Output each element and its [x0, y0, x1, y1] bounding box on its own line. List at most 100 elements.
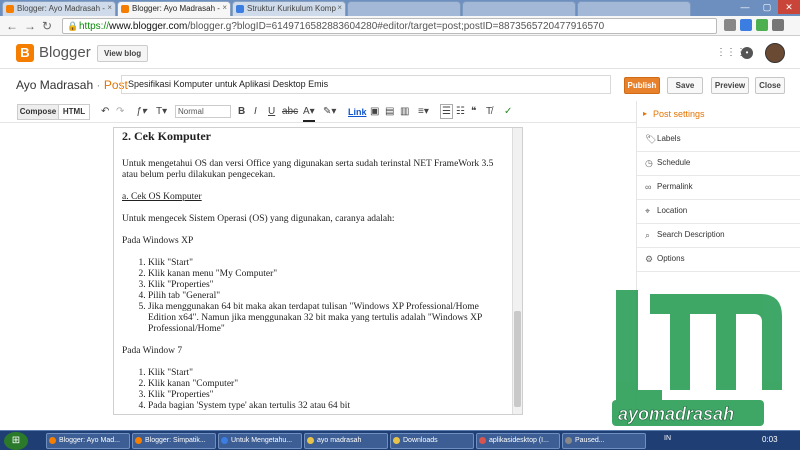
sidebar-item-labels[interactable]: 🏷 Labels	[645, 128, 795, 150]
close-button[interactable]: Close	[755, 77, 785, 94]
quote-icon[interactable]: ❝	[471, 104, 476, 120]
insert-image-icon[interactable]: ▣	[370, 104, 379, 120]
close-tab-icon[interactable]: ×	[107, 3, 112, 12]
apps-grid-icon[interactable]: ⋮⋮⋮	[716, 47, 746, 59]
blogger-favicon-icon	[121, 5, 129, 13]
taskbar-item[interactable]: ayo madrasah	[304, 433, 388, 449]
insert-video-icon[interactable]: ▤	[385, 104, 394, 120]
divider	[637, 271, 800, 272]
html-mode-button[interactable]: HTML	[58, 104, 90, 120]
browser-tab[interactable]: Blogger: Ayo Madrasah - ×	[2, 1, 116, 16]
blogger-brand[interactable]: Blogger	[39, 44, 91, 61]
taskbar-label: Untuk Mengetahu...	[231, 437, 293, 444]
browser-tab[interactable]: Struktur Kurikulum Komp ×	[232, 1, 346, 16]
taskbar-item[interactable]: Blogger: Ayo Mad...	[46, 433, 130, 449]
taskbar-item[interactable]: aplikasidesktop (I...	[476, 433, 560, 449]
browser-tab-blurred[interactable]	[577, 1, 691, 16]
xp-steps-list: Klik "Start" Klik kanan menu "My Compute…	[148, 258, 507, 335]
close-window-icon[interactable]: ✕	[778, 0, 800, 14]
reload-icon[interactable]: ↻	[42, 19, 52, 33]
preview-button[interactable]: Preview	[711, 77, 749, 94]
extension-icon[interactable]	[740, 19, 752, 31]
post-body[interactable]: 2. Cek Komputer Untuk mengetahui OS dan …	[122, 128, 507, 414]
taskbar-item[interactable]: Blogger: Simpatik...	[132, 433, 216, 449]
paragraph: Pada Window 7	[122, 346, 183, 356]
menu-icon[interactable]	[772, 19, 784, 31]
view-blog-button[interactable]: View blog	[97, 45, 149, 62]
notification-bell-icon[interactable]: •	[741, 47, 753, 59]
blogger-logo-icon[interactable]: B	[16, 44, 34, 62]
sidebar-item-label: Labels	[657, 134, 681, 143]
sidebar-item-label: Options	[657, 254, 685, 263]
url-field[interactable]: 🔒 https://www.blogger.com/blogger.g?blog…	[62, 18, 717, 34]
browser-tab-blurred[interactable]	[347, 1, 461, 16]
strikethrough-icon[interactable]: abc	[282, 104, 298, 120]
redo-icon[interactable]: ↷	[116, 104, 124, 120]
taskbar-item[interactable]: Downloads	[390, 433, 474, 449]
format-select[interactable]: Normal	[175, 105, 231, 118]
chrome-icon	[221, 437, 228, 444]
close-tab-icon[interactable]: ×	[337, 3, 342, 12]
breadcrumb-separator: ·	[96, 78, 101, 92]
spellcheck-icon[interactable]: ✓	[504, 104, 512, 120]
taskbar-label: Blogger: Ayo Mad...	[59, 437, 120, 444]
list-item: Klik "Properties"	[148, 280, 507, 291]
paragraph: Untuk mengetahui OS dan versi Office yan…	[122, 159, 494, 180]
blog-name[interactable]: Ayo Madrasah	[16, 78, 93, 92]
post-editor[interactable]: 2. Cek Komputer Untuk mengetahui OS dan …	[113, 127, 523, 415]
tab-label: Blogger: Ayo Madrasah -	[132, 4, 220, 13]
sidebar-item-label: Location	[657, 206, 688, 215]
breadcrumb: Ayo Madrasah · Post	[16, 78, 128, 92]
document-icon	[479, 437, 486, 444]
taskbar-label: Paused...	[575, 437, 605, 444]
taskbar-item[interactable]: Untuk Mengetahu...	[218, 433, 302, 449]
save-button[interactable]: Save	[667, 77, 703, 94]
sidebar-item-search-description[interactable]: ⌕ Search Description	[645, 224, 795, 246]
link-button[interactable]: Link	[348, 104, 367, 120]
undo-icon[interactable]: ↶	[101, 104, 109, 120]
folder-icon	[307, 437, 314, 444]
expand-triangle-icon[interactable]: ▸	[643, 109, 647, 118]
post-settings-header[interactable]: Post settings	[653, 109, 705, 119]
forward-arrow-icon[interactable]: →	[24, 19, 36, 33]
highlight-color-icon[interactable]: ✎▾	[323, 104, 336, 120]
windows-taskbar: ⊞ Blogger: Ayo Mad... Blogger: Simpatik.…	[0, 430, 800, 450]
browser-tab-blurred[interactable]	[462, 1, 576, 16]
list-item: Pada bagian 'System type' akan tertulis …	[148, 401, 507, 412]
browser-tab-active[interactable]: Blogger: Ayo Madrasah - ×	[117, 1, 231, 16]
list-item: Jika menggunakan 64 bit maka akan terdap…	[148, 302, 507, 335]
font-family-icon[interactable]: ƒ▾	[136, 104, 147, 120]
system-clock[interactable]: 0:03	[762, 435, 778, 444]
taskbar-item[interactable]: Paused...	[562, 433, 646, 449]
sidebar-item-options[interactable]: ⚙ Options	[645, 248, 795, 270]
section-heading: 2. Cek Komputer	[122, 129, 211, 143]
font-size-icon[interactable]: T▾	[156, 104, 167, 120]
scrollbar-thumb[interactable]	[514, 311, 521, 407]
maximize-icon[interactable]: ▢	[756, 0, 778, 14]
sidebar-item-schedule[interactable]: ◷ Schedule	[645, 152, 795, 174]
italic-icon[interactable]: I	[254, 104, 257, 120]
publish-button[interactable]: Publish	[624, 77, 660, 94]
minimize-icon[interactable]: —	[734, 0, 756, 14]
language-indicator[interactable]: IN	[664, 435, 671, 442]
editor-scrollbar[interactable]	[512, 128, 522, 414]
avatar[interactable]	[765, 43, 785, 63]
bulleted-list-icon[interactable]: ☷	[456, 104, 465, 120]
back-arrow-icon[interactable]: ←	[6, 19, 18, 33]
sidebar-item-permalink[interactable]: ∞ Permalink	[645, 176, 795, 198]
numbered-list-icon[interactable]: ☰	[440, 104, 453, 119]
remove-formatting-icon[interactable]: T̸	[486, 104, 492, 120]
align-icon[interactable]: ≡▾	[418, 104, 429, 120]
close-tab-icon[interactable]: ×	[222, 3, 227, 12]
extension-icon[interactable]	[756, 19, 768, 31]
text-color-icon[interactable]: A▾	[303, 104, 315, 122]
jump-break-icon[interactable]: ▥	[400, 104, 409, 120]
compose-mode-button[interactable]: Compose	[17, 104, 59, 120]
post-title-input[interactable]: Spesifikasi Komputer untuk Aplikasi Desk…	[121, 75, 611, 94]
star-bookmark-icon[interactable]	[724, 19, 736, 31]
underline-icon[interactable]: U	[268, 104, 275, 120]
sidebar-item-location[interactable]: ⌖ Location	[645, 200, 795, 222]
bold-icon[interactable]: B	[238, 104, 245, 120]
gear-icon: ⚙	[645, 254, 654, 264]
start-button-icon[interactable]: ⊞	[4, 432, 28, 450]
